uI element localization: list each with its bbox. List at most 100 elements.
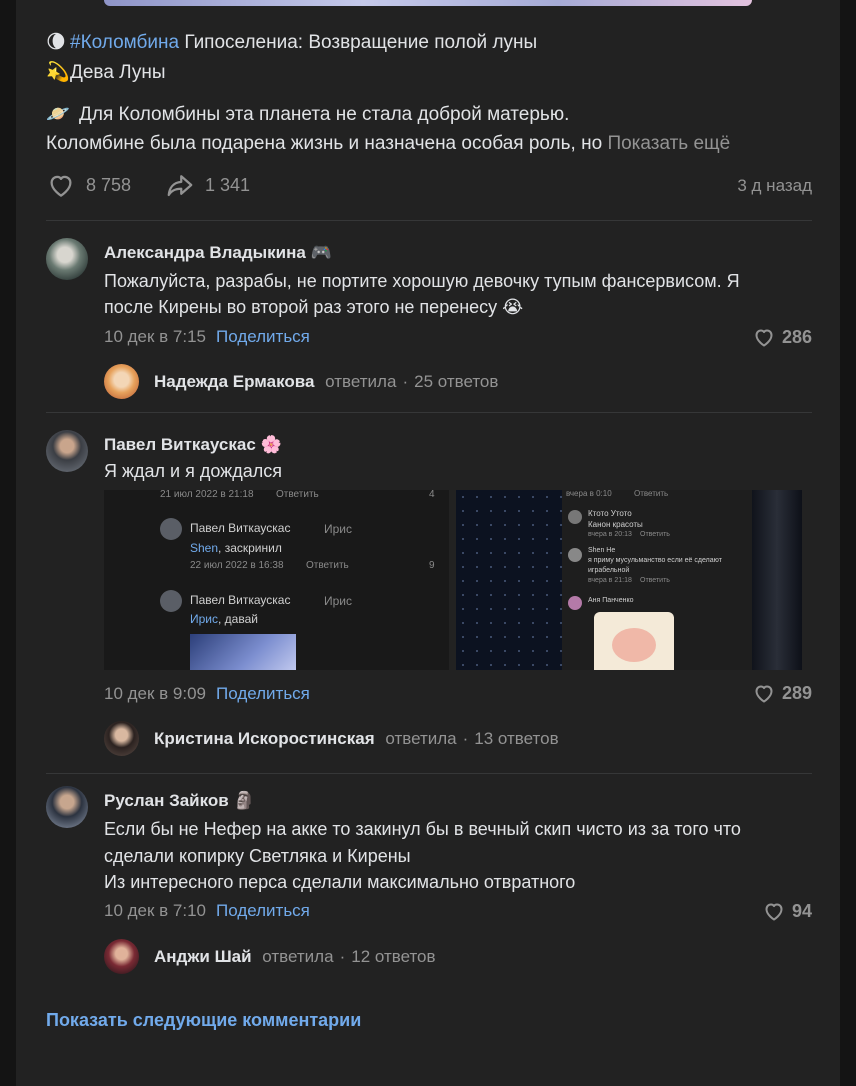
reply-avatar[interactable] bbox=[104, 721, 139, 756]
post-title-text: Гипоселениа: Возвращение полой луны bbox=[179, 32, 538, 53]
screenshot-text: вчера в 21:18 bbox=[588, 577, 632, 584]
like-button[interactable]: 8 758 bbox=[46, 170, 131, 200]
comment-author[interactable]: Павел Виткаускас 🌸 bbox=[104, 435, 282, 455]
reply-action: ответила bbox=[325, 372, 397, 391]
comment-author[interactable]: Александра Владыкина 🎮 bbox=[104, 243, 332, 263]
comment-text-line: Я ждал и я дождался bbox=[104, 461, 282, 481]
replies-link[interactable]: Кристина Искоростинская ответила · 13 отве… bbox=[154, 729, 559, 749]
planet-icon: 🪐 bbox=[46, 103, 70, 125]
reply-count: 13 ответов bbox=[474, 729, 559, 748]
comment-author-name: Павел Виткаускас bbox=[104, 435, 256, 454]
post-date[interactable]: 3 д назад bbox=[737, 176, 812, 196]
post-body-line-1: 🪐 Для Коломбины эта планета не стала добр… bbox=[46, 102, 569, 127]
reply-avatar[interactable] bbox=[104, 364, 139, 399]
divider bbox=[46, 773, 812, 774]
share-button[interactable]: 1 341 bbox=[164, 170, 250, 200]
screenshot-edge bbox=[752, 490, 802, 670]
screenshot-image[interactable]: 21 июл 2022 в 21:18 Ответить 4 Павел Вит… bbox=[104, 490, 449, 670]
share-arrow-icon bbox=[167, 175, 193, 197]
screenshot-text: играбельной bbox=[588, 567, 630, 574]
screenshot-text: 4 bbox=[429, 490, 435, 500]
post-subtitle-line: 💫Дева Луны bbox=[46, 60, 166, 85]
share-link[interactable]: Поделиться bbox=[216, 684, 310, 703]
show-more-link[interactable]: Показать ещё bbox=[607, 133, 730, 154]
screenshot-text: Ответить bbox=[640, 531, 670, 538]
comment-meta: 10 дек в 7:10 Поделиться bbox=[104, 901, 310, 921]
comment-like-button[interactable]: 286 bbox=[752, 325, 812, 349]
sticker-image bbox=[594, 612, 674, 670]
screenshot-text: Ответить bbox=[634, 490, 669, 498]
screenshot-text: вчера в 20:13 bbox=[588, 531, 632, 538]
comment-meta: 10 дек в 9:09 Поделиться bbox=[104, 684, 310, 704]
reply-author: Надежда Ермакова bbox=[154, 372, 315, 391]
moon-icon: 🌘 bbox=[46, 31, 66, 53]
comment-text-line: Если бы не Нефер на акке то закинул бы в… bbox=[104, 819, 741, 839]
avatar[interactable] bbox=[46, 430, 88, 472]
divider bbox=[46, 220, 812, 221]
sakura-icon: 🌸 bbox=[260, 435, 282, 454]
screenshot-panel: вчера в 0:10 Ответить Ктото Утото Канон … bbox=[562, 490, 752, 670]
avatar[interactable] bbox=[46, 786, 88, 828]
screenshot-avatar bbox=[568, 548, 582, 562]
post-body-text-2: Коломбине была подарена жизнь и назначен… bbox=[46, 133, 603, 154]
comment-author[interactable]: Руслан Зайков 🗿 bbox=[104, 791, 255, 811]
comment-like-count: 286 bbox=[781, 326, 812, 347]
separator-dot: · bbox=[402, 372, 409, 391]
separator-dot: · bbox=[462, 729, 469, 748]
screenshot-image[interactable]: вчера в 0:10 Ответить Ктото Утото Канон … bbox=[456, 490, 802, 670]
heart-icon bbox=[50, 175, 72, 197]
screenshot-text: Павел Виткаускас bbox=[190, 521, 291, 535]
post-actions: 8 758 1 341 3 д назад bbox=[46, 170, 812, 204]
heart-icon bbox=[765, 903, 783, 921]
post-image[interactable] bbox=[104, 0, 752, 6]
share-link[interactable]: Поделиться bbox=[216, 901, 310, 920]
share-count: 1 341 bbox=[205, 174, 251, 195]
reply-action: ответила bbox=[385, 729, 457, 748]
post-subtitle-text: Дева Луны bbox=[70, 62, 166, 83]
comment-time[interactable]: 10 дек в 7:15 bbox=[104, 327, 206, 346]
screenshot-text: я приму мусульманство если её сделают bbox=[588, 557, 722, 564]
hashtag-link[interactable]: #Коломбина bbox=[70, 32, 179, 53]
comment-time[interactable]: 10 дек в 9:09 bbox=[104, 684, 206, 703]
screenshot-text: вчера в 0:10 bbox=[566, 490, 612, 498]
replies-link[interactable]: Анджи Шай ответила · 12 ответов bbox=[154, 947, 436, 967]
comment-like-count: 289 bbox=[781, 682, 812, 703]
attached-screenshots: 21 июл 2022 в 21:18 Ответить 4 Павел Вит… bbox=[104, 490, 802, 670]
screenshot-text: Shen bbox=[190, 541, 219, 555]
post-card: 🌘 #Коломбина Гипоселениа: Возвращение пол… bbox=[16, 0, 840, 1086]
divider bbox=[46, 412, 812, 413]
heart-icon bbox=[755, 329, 773, 347]
comment-time[interactable]: 10 дек в 7:10 bbox=[104, 901, 206, 920]
comment-author-name: Александра Владыкина bbox=[104, 243, 306, 262]
share-link[interactable]: Поделиться bbox=[216, 327, 310, 346]
reply-action: ответила bbox=[262, 947, 334, 966]
show-next-comments-link[interactable]: Показать следующие комментарии bbox=[46, 1010, 361, 1031]
screenshot-avatar bbox=[568, 510, 582, 524]
avatar[interactable] bbox=[46, 238, 88, 280]
separator-dot: · bbox=[339, 947, 346, 966]
comment-author-name: Руслан Зайков bbox=[104, 791, 229, 810]
screenshot-text: Аня Панченко bbox=[588, 597, 634, 604]
comment-like-button[interactable]: 94 bbox=[762, 899, 812, 923]
gamepad-icon: 🎮 bbox=[310, 243, 332, 262]
reply-avatar[interactable] bbox=[104, 939, 139, 974]
screenshot-text: Ирис bbox=[190, 612, 219, 626]
comment-text-line: Из интересного перса сделали максимально… bbox=[104, 872, 576, 892]
screenshot-text: Ответить bbox=[640, 577, 670, 584]
post-body-line-2: Коломбине была подарена жизнь и назначен… bbox=[46, 132, 730, 156]
screenshot-avatar bbox=[568, 596, 582, 610]
dizzy-star-icon: 💫 bbox=[46, 61, 70, 83]
screenshot-text: Ктото Утото bbox=[588, 509, 632, 518]
replies-link[interactable]: Надежда Ермакова ответила · 25 ответов bbox=[154, 372, 498, 392]
screenshot-text: Ответить bbox=[306, 560, 349, 571]
screenshot-text: 22 июл 2022 в 16:38 bbox=[190, 560, 284, 571]
heart-icon bbox=[755, 685, 773, 703]
comment-text-line: сделали копирку Светляка и Кирены bbox=[104, 846, 411, 866]
screenshot-avatar bbox=[160, 518, 182, 540]
screenshot-text: Павел Виткаускас bbox=[190, 593, 291, 607]
moai-icon: 🗿 bbox=[233, 791, 255, 810]
screenshot-text: , давай bbox=[218, 612, 258, 626]
comment-like-button[interactable]: 289 bbox=[752, 681, 812, 705]
comment-text-line: Пожалуйста, разрабы, не портите хорошую … bbox=[104, 271, 740, 291]
screenshot-avatar bbox=[160, 590, 182, 612]
